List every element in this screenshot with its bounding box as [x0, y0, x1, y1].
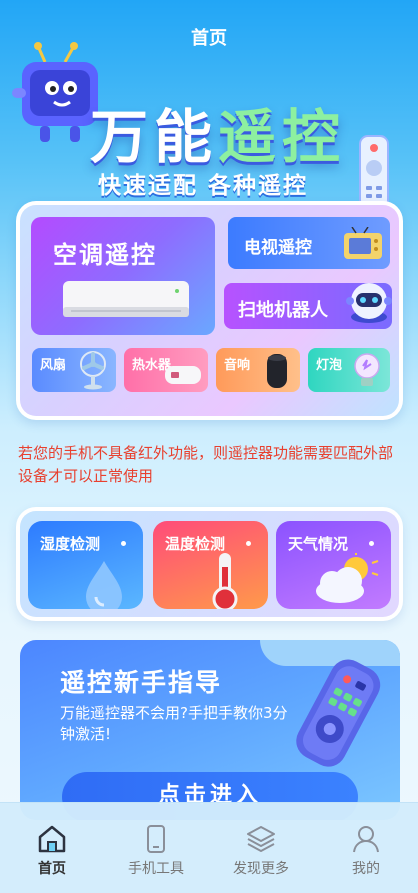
tab-mine[interactable]: 我的 [314, 803, 418, 893]
tile-humidity[interactable]: 湿度检测 [28, 521, 143, 609]
remote-deco-icon [359, 135, 389, 209]
infrared-notice: 若您的手机不具备红外功能，则遥控器功能需要匹配外部设备才可以正常使用 [18, 444, 394, 485]
tile-temperature[interactable]: 温度检测 [153, 521, 268, 609]
tile-water-heater[interactable]: 热水器 [124, 348, 208, 392]
tile-weather[interactable]: 天气情况 [276, 521, 391, 609]
hero-subtitle: 快速适配 各种遥控 [98, 173, 309, 199]
air-conditioner-icon [63, 281, 189, 317]
tile-tv[interactable]: 电视遥控 [228, 217, 390, 269]
user-icon [353, 826, 379, 853]
phone-icon [147, 825, 165, 853]
hero-title: 万能遥控 [90, 103, 347, 171]
bottom-tab-bar: 首页 手机工具 发现更多 我的 [0, 802, 418, 893]
sensor-panel: 湿度检测 温度检测 天气情况 [16, 507, 403, 621]
water-drop-icon [86, 561, 122, 609]
beginner-guide-card[interactable]: 遥控新手指导 万能遥控器不会用?手把手教你3分钟激活! 点击进入 [20, 640, 400, 820]
tab-home[interactable]: 首页 [0, 803, 104, 893]
home-icon [38, 825, 66, 853]
fan-icon [80, 351, 106, 390]
water-heater-icon [165, 366, 201, 384]
tile-light-bulb[interactable]: 灯泡 [308, 348, 390, 392]
tab-phone-tools[interactable]: 手机工具 [104, 803, 208, 893]
guide-title: 遥控新手指导 [60, 668, 223, 697]
tile-robot-vacuum[interactable]: 扫地机器人 [224, 283, 392, 329]
tv-icon [344, 227, 382, 259]
tile-fan[interactable]: 风扇 [32, 348, 116, 392]
remote-control-icon [296, 659, 381, 767]
guide-description: 万能遥控器不会用?手把手教你3分钟激活! [60, 704, 288, 743]
layers-icon [247, 826, 275, 852]
robot-icon [346, 283, 392, 323]
light-bulb-icon [354, 353, 380, 386]
hero-banner: 万能遥控 快速适配 各种遥控 [0, 18, 418, 209]
tab-discover[interactable]: 发现更多 [209, 803, 313, 893]
tile-air-conditioner[interactable]: 空调遥控 [31, 217, 215, 335]
tile-speaker[interactable]: 音响 [216, 348, 300, 392]
thermometer-icon [212, 553, 238, 609]
weather-icon [316, 553, 379, 603]
speaker-icon [267, 354, 287, 388]
device-remote-panel: 空调遥控 电视遥控 扫地机器人 风扇 热水器 音响 灯泡 [16, 201, 403, 420]
